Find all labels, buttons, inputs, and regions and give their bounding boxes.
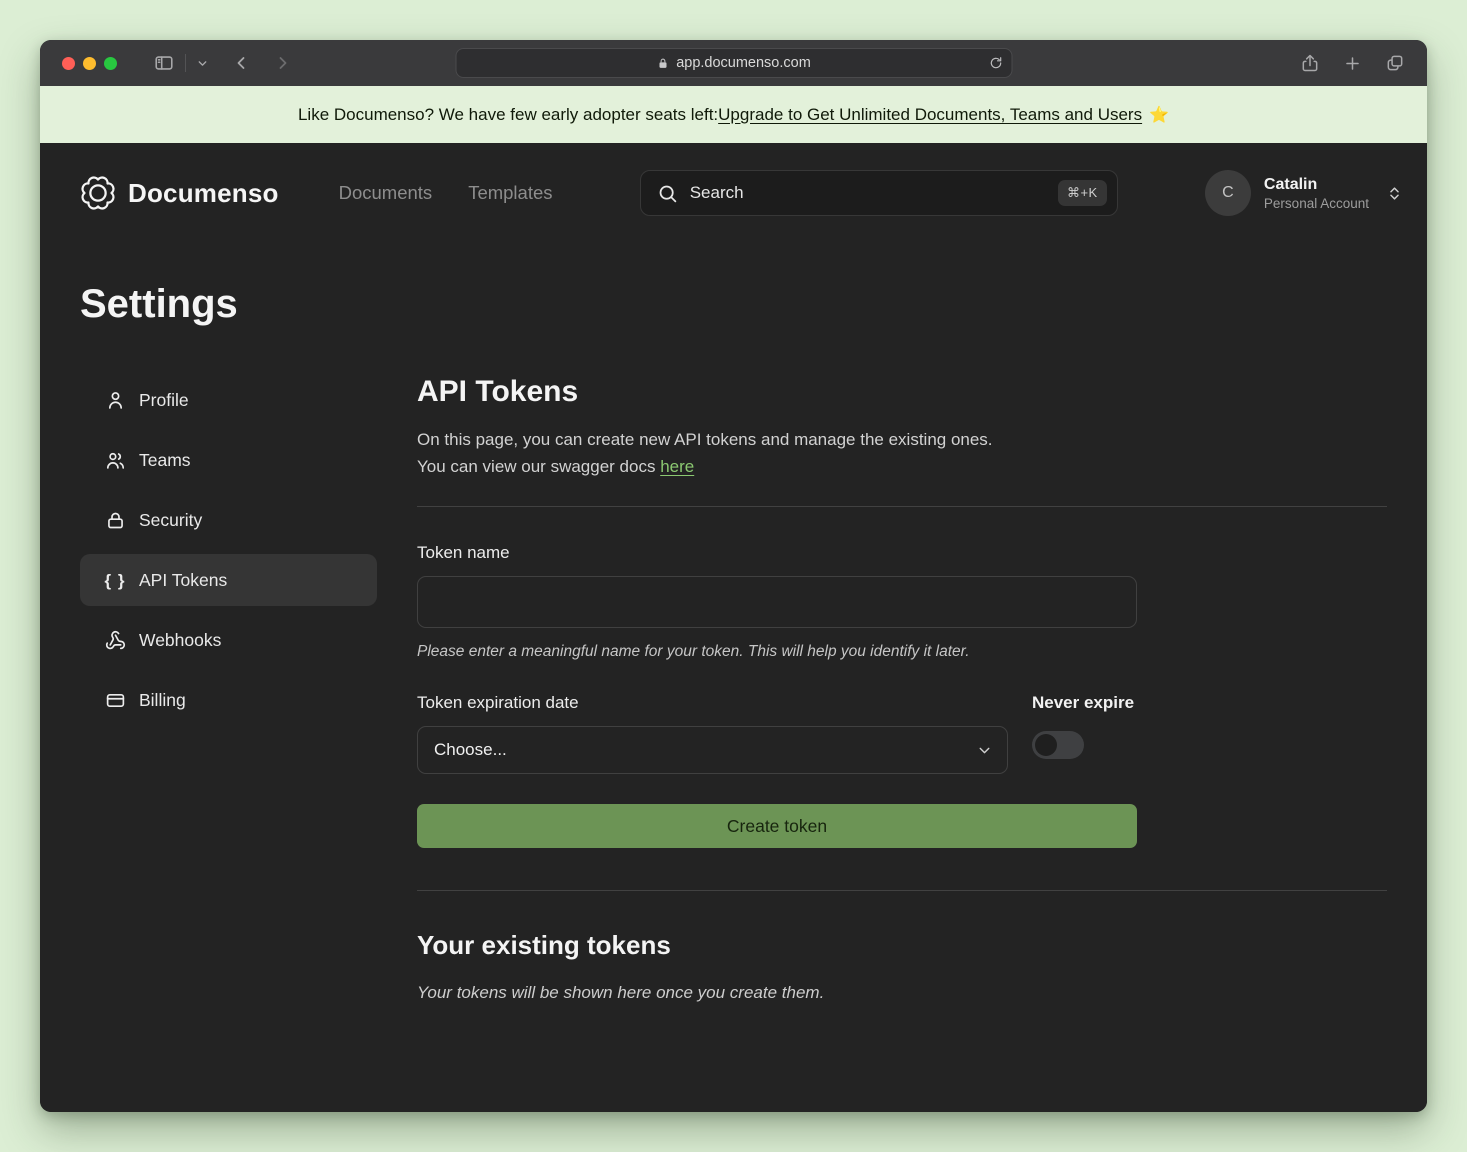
sidebar-item-webhooks[interactable]: Webhooks (80, 614, 377, 666)
app-content: Documenso Documents Templates Search ⌘+K… (40, 143, 1427, 1112)
avatar: C (1205, 170, 1251, 216)
nav-templates[interactable]: Templates (468, 182, 552, 204)
webhook-icon (104, 630, 126, 651)
token-name-input[interactable] (417, 576, 1137, 628)
divider (417, 890, 1387, 891)
zoom-window-button[interactable] (104, 57, 117, 70)
sidebar-item-label: Profile (139, 390, 189, 411)
sidebar-item-label: Webhooks (139, 630, 221, 651)
url-field[interactable]: app.documenso.com (455, 48, 1012, 78)
documenso-logo-icon (80, 175, 116, 211)
lock-icon (656, 57, 669, 70)
refresh-button[interactable] (988, 56, 1003, 71)
new-tab-button[interactable] (1343, 54, 1362, 73)
create-token-button[interactable]: Create token (417, 804, 1137, 848)
expiration-select[interactable]: Choose... (417, 726, 1008, 774)
lock-icon (104, 510, 126, 531)
section-description: On this page, you can create new API tok… (417, 426, 1387, 480)
expiration-label: Token expiration date (417, 693, 1008, 713)
sidebar-item-api-tokens[interactable]: { } API Tokens (80, 554, 377, 606)
settings-sidebar: Profile Teams (80, 374, 377, 1003)
star-icon: ⭐ (1149, 105, 1169, 125)
traffic-lights (62, 57, 117, 70)
search-button[interactable]: Search ⌘+K (640, 170, 1118, 216)
browser-chrome: app.documenso.com (40, 40, 1427, 86)
credit-card-icon (104, 690, 126, 711)
sidebar-item-profile[interactable]: Profile (80, 374, 377, 426)
toggle-knob (1035, 734, 1057, 756)
never-expire-label: Never expire (1032, 693, 1137, 713)
section-heading: API Tokens (417, 374, 1387, 410)
upgrade-link[interactable]: Upgrade to Get Unlimited Documents, Team… (718, 105, 1142, 125)
sidebar-item-billing[interactable]: Billing (80, 674, 377, 726)
user-icon (104, 390, 126, 411)
user-menu[interactable]: C Catalin Personal Account (1205, 170, 1403, 216)
sidebar-item-security[interactable]: Security (80, 494, 377, 546)
nav-documents[interactable]: Documents (339, 182, 433, 204)
sidebar-item-label: Teams (139, 450, 191, 471)
user-name: Catalin (1264, 176, 1369, 194)
url-text: app.documenso.com (676, 55, 811, 71)
search-shortcut-badge: ⌘+K (1058, 180, 1107, 206)
token-name-helper: Please enter a meaningful name for your … (417, 643, 1137, 661)
sidebar-toggle-icon[interactable] (153, 52, 175, 74)
divider (417, 506, 1387, 507)
browser-window: app.documenso.com (40, 40, 1427, 1112)
users-icon (104, 450, 126, 471)
user-account-type: Personal Account (1264, 196, 1369, 211)
token-name-label: Token name (417, 543, 1137, 563)
sidebar-item-label: Billing (139, 690, 186, 711)
close-window-button[interactable] (62, 57, 75, 70)
expiration-value: Choose... (434, 740, 976, 760)
app-header: Documenso Documents Templates Search ⌘+K… (40, 143, 1427, 216)
minimize-window-button[interactable] (83, 57, 96, 70)
promo-banner: Like Documenso? We have few early adopte… (40, 86, 1427, 143)
main-area: Settings Profile (40, 280, 1427, 1003)
search-placeholder: Search (690, 183, 1046, 203)
brand-name: Documenso (128, 178, 279, 209)
sidebar-item-label: Security (139, 510, 202, 531)
back-button[interactable] (231, 53, 251, 73)
sidebar-item-label: API Tokens (139, 570, 227, 591)
chevron-down-icon (976, 742, 993, 759)
never-expire-toggle[interactable] (1032, 731, 1084, 759)
search-icon (657, 183, 678, 204)
brand-logo[interactable]: Documenso (80, 175, 279, 211)
divider (185, 54, 186, 72)
share-button[interactable] (1300, 53, 1320, 73)
braces-icon: { } (104, 572, 126, 589)
tab-overview-button[interactable] (1385, 53, 1405, 73)
banner-text: Like Documenso? We have few early adopte… (298, 105, 718, 125)
api-tokens-panel: API Tokens On this page, you can create … (417, 374, 1387, 1003)
swagger-docs-link[interactable]: here (660, 457, 694, 476)
page-title: Settings (80, 280, 1387, 328)
existing-tokens-empty-text: Your tokens will be shown here once you … (417, 983, 1387, 1003)
chevrons-up-down-icon (1386, 185, 1403, 202)
sidebar-item-teams[interactable]: Teams (80, 434, 377, 486)
existing-tokens-heading: Your existing tokens (417, 927, 1387, 963)
forward-button[interactable] (273, 53, 293, 73)
top-nav: Documents Templates (339, 182, 553, 204)
chevron-down-icon[interactable] (196, 57, 209, 70)
